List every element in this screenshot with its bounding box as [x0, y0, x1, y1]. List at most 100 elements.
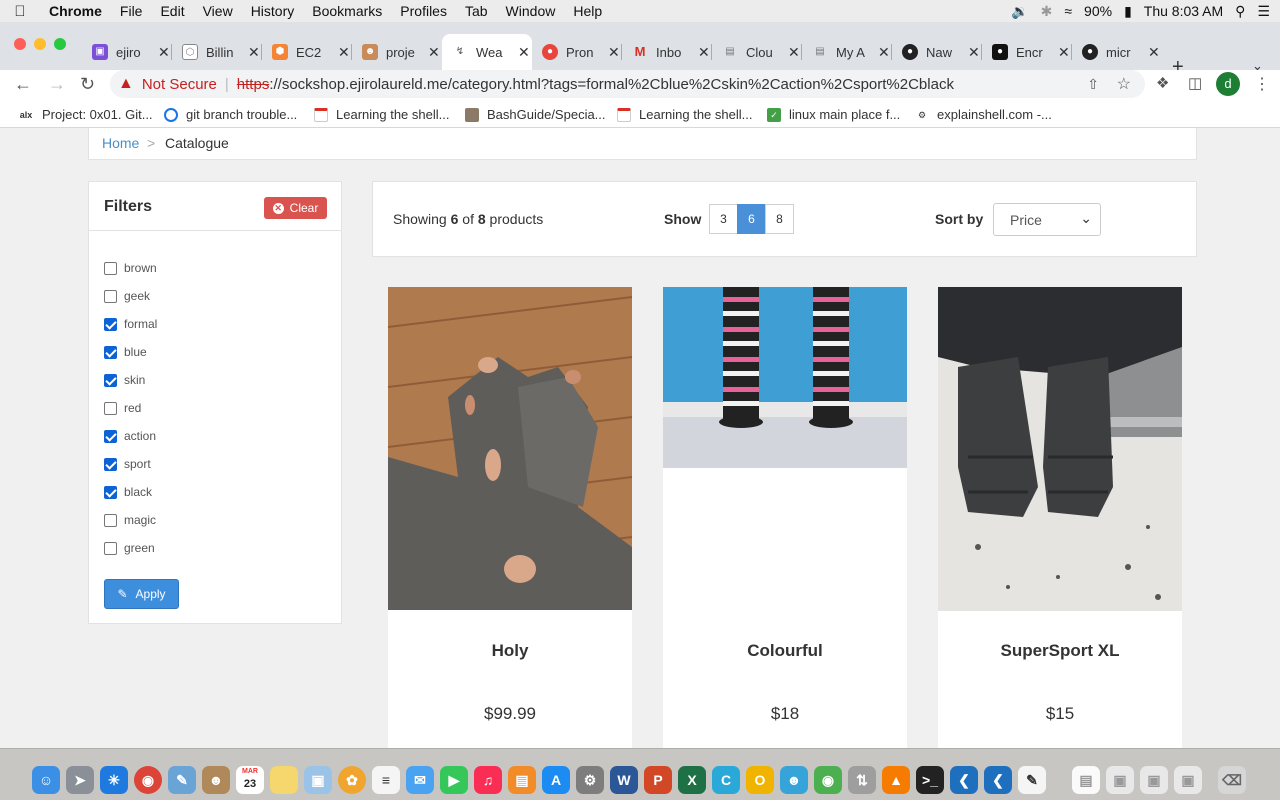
product-name[interactable]: Holy	[388, 641, 632, 661]
tab-ec2[interactable]: ⬢ EC2 ✕	[262, 34, 352, 70]
product-card-colourful[interactable]: Colourful $18	[663, 287, 907, 748]
page-size-8-button[interactable]: 8	[765, 204, 794, 234]
window-thumbnail-icon-3[interactable]: ▣	[1174, 766, 1202, 794]
breadcrumb-home-link[interactable]: Home	[102, 135, 139, 151]
product-card-supersport-xl[interactable]: SuperSport XL $15	[938, 287, 1182, 748]
filter-checkbox-checked[interactable]	[104, 317, 117, 331]
bookmark-item[interactable]: Learning the shell...	[314, 107, 449, 122]
tab-my-account[interactable]: ▤ My A ✕	[802, 34, 892, 70]
filter-checkbox[interactable]	[104, 401, 117, 415]
teams-icon[interactable]: ☻	[780, 766, 808, 794]
network-icon[interactable]: ◉	[814, 766, 842, 794]
bookmark-item[interactable]: BashGuide/Specia...	[465, 107, 606, 122]
filter-skin[interactable]: skin	[104, 371, 145, 389]
bookmark-item[interactable]: ⚙ explainshell.com -...	[915, 107, 1052, 122]
tab-close-icon[interactable]: ✕	[158, 44, 170, 61]
bookmark-item[interactable]: ✓ linux main place f...	[767, 107, 900, 122]
textedit-icon[interactable]: ✎	[1018, 766, 1046, 794]
tab-close-icon[interactable]: ✕	[698, 44, 710, 61]
tab-close-icon[interactable]: ✕	[1148, 44, 1160, 61]
tab-cloud[interactable]: ▤ Clou ✕	[712, 34, 802, 70]
tab-medium-encr[interactable]: ● Encr ✕	[982, 34, 1072, 70]
ftp-icon[interactable]: ⇅	[848, 766, 876, 794]
vscode-icon-2[interactable]: ❮	[984, 766, 1012, 794]
system-preferences-icon[interactable]: ⚙	[576, 766, 604, 794]
tab-close-icon[interactable]: ✕	[1058, 44, 1070, 61]
forward-button[interactable]: →	[48, 74, 66, 95]
product-name[interactable]: Colourful	[663, 641, 907, 661]
contacts-icon[interactable]: ☻	[202, 766, 230, 794]
close-window-button[interactable]	[14, 38, 26, 50]
tab-close-icon[interactable]: ✕	[248, 44, 260, 61]
filter-checkbox[interactable]	[104, 289, 117, 303]
tab-inbox[interactable]: M Inbo ✕	[622, 34, 712, 70]
page-size-6-button[interactable]: 6	[737, 204, 766, 234]
product-image-supersport-xl[interactable]	[938, 287, 1182, 611]
address-bar[interactable]: ▲ Not Secure | https ://sockshop.ejirola…	[110, 70, 1145, 98]
terminal-icon[interactable]: >_	[916, 766, 944, 794]
reminders-icon[interactable]: ≡	[372, 766, 400, 794]
calendar-icon[interactable]: MAR 23	[236, 766, 264, 794]
clear-filters-button[interactable]: ✕ Clear	[264, 197, 327, 219]
side-panel-icon[interactable]: ◫	[1188, 74, 1202, 92]
filter-sport[interactable]: sport	[104, 455, 151, 473]
filter-red[interactable]: red	[104, 399, 141, 417]
filter-green[interactable]: green	[104, 539, 155, 557]
filter-checkbox-checked[interactable]	[104, 345, 117, 359]
tab-github-naw[interactable]: ● Naw ✕	[892, 34, 982, 70]
menu-edit[interactable]: Edit	[151, 3, 193, 19]
tab-close-icon[interactable]: ✕	[788, 44, 800, 61]
profile-avatar[interactable]: d	[1216, 72, 1240, 96]
filter-blue[interactable]: blue	[104, 343, 147, 361]
menu-profiles[interactable]: Profiles	[391, 3, 456, 19]
product-card-holy[interactable]: Holy $99.99	[388, 287, 632, 748]
menu-help[interactable]: Help	[564, 3, 611, 19]
photos-icon[interactable]: ✿	[338, 766, 366, 794]
zoom-window-button[interactable]	[54, 38, 66, 50]
bookmark-item[interactable]: git branch trouble...	[164, 107, 297, 122]
bookmark-item[interactable]: alx Project: 0x01. Git...	[18, 107, 153, 122]
product-name[interactable]: SuperSport XL	[938, 641, 1182, 661]
filter-formal[interactable]: formal	[104, 315, 157, 333]
menu-bookmarks[interactable]: Bookmarks	[303, 3, 391, 19]
launchpad-icon[interactable]: ➤	[66, 766, 94, 794]
vscode-icon[interactable]: ❮	[950, 766, 978, 794]
facetime-icon[interactable]: ▶	[440, 766, 468, 794]
sort-select[interactable]: Price ⌄	[993, 203, 1101, 236]
volume-icon[interactable]: 🔉	[1011, 3, 1028, 20]
not-secure-label[interactable]: Not Secure	[142, 76, 217, 93]
tab-close-icon[interactable]: ✕	[878, 44, 890, 61]
vlc-icon[interactable]: ▲	[882, 766, 910, 794]
tab-prometheus[interactable]: ● Pron ✕	[532, 34, 622, 70]
extensions-icon[interactable]: ❖	[1156, 74, 1169, 92]
apply-filters-button[interactable]: ✎ Apply	[104, 579, 179, 609]
minimize-window-button[interactable]	[34, 38, 46, 50]
clock[interactable]: Thu 8:03 AM	[1144, 3, 1223, 19]
filter-checkbox-checked[interactable]	[104, 429, 117, 443]
document-icon[interactable]: ▤	[1072, 766, 1100, 794]
word-icon[interactable]: W	[610, 766, 638, 794]
menu-file[interactable]: File	[111, 3, 152, 19]
tab-close-icon[interactable]: ✕	[428, 44, 440, 61]
filter-checkbox[interactable]	[104, 513, 117, 527]
preview-app-icon[interactable]: ▣	[304, 766, 332, 794]
tab-ejiro[interactable]: ▣ ejiro ✕	[82, 34, 172, 70]
tab-close-icon[interactable]: ✕	[518, 44, 530, 61]
filter-checkbox[interactable]	[104, 541, 117, 555]
messages-icon[interactable]: ✉	[406, 766, 434, 794]
warning-icon[interactable]: ▲	[118, 75, 134, 93]
finder-icon[interactable]: ☺	[32, 766, 60, 794]
books-icon[interactable]: ▤	[508, 766, 536, 794]
window-thumbnail-icon-2[interactable]: ▣	[1140, 766, 1168, 794]
bookmark-item[interactable]: Learning the shell...	[617, 107, 752, 122]
powerpoint-icon[interactable]: P	[644, 766, 672, 794]
apple-icon[interactable]: 	[0, 3, 40, 20]
filter-checkbox-checked[interactable]	[104, 373, 117, 387]
tab-weaveworks-active[interactable]: ↯ Wea ✕	[442, 34, 532, 70]
tab-close-icon[interactable]: ✕	[968, 44, 980, 61]
music-icon[interactable]: ♫	[474, 766, 502, 794]
battery-icon[interactable]: ▮	[1124, 3, 1132, 20]
menu-window[interactable]: Window	[497, 3, 565, 19]
safari-icon[interactable]: ✳	[100, 766, 128, 794]
filter-checkbox[interactable]	[104, 261, 117, 275]
